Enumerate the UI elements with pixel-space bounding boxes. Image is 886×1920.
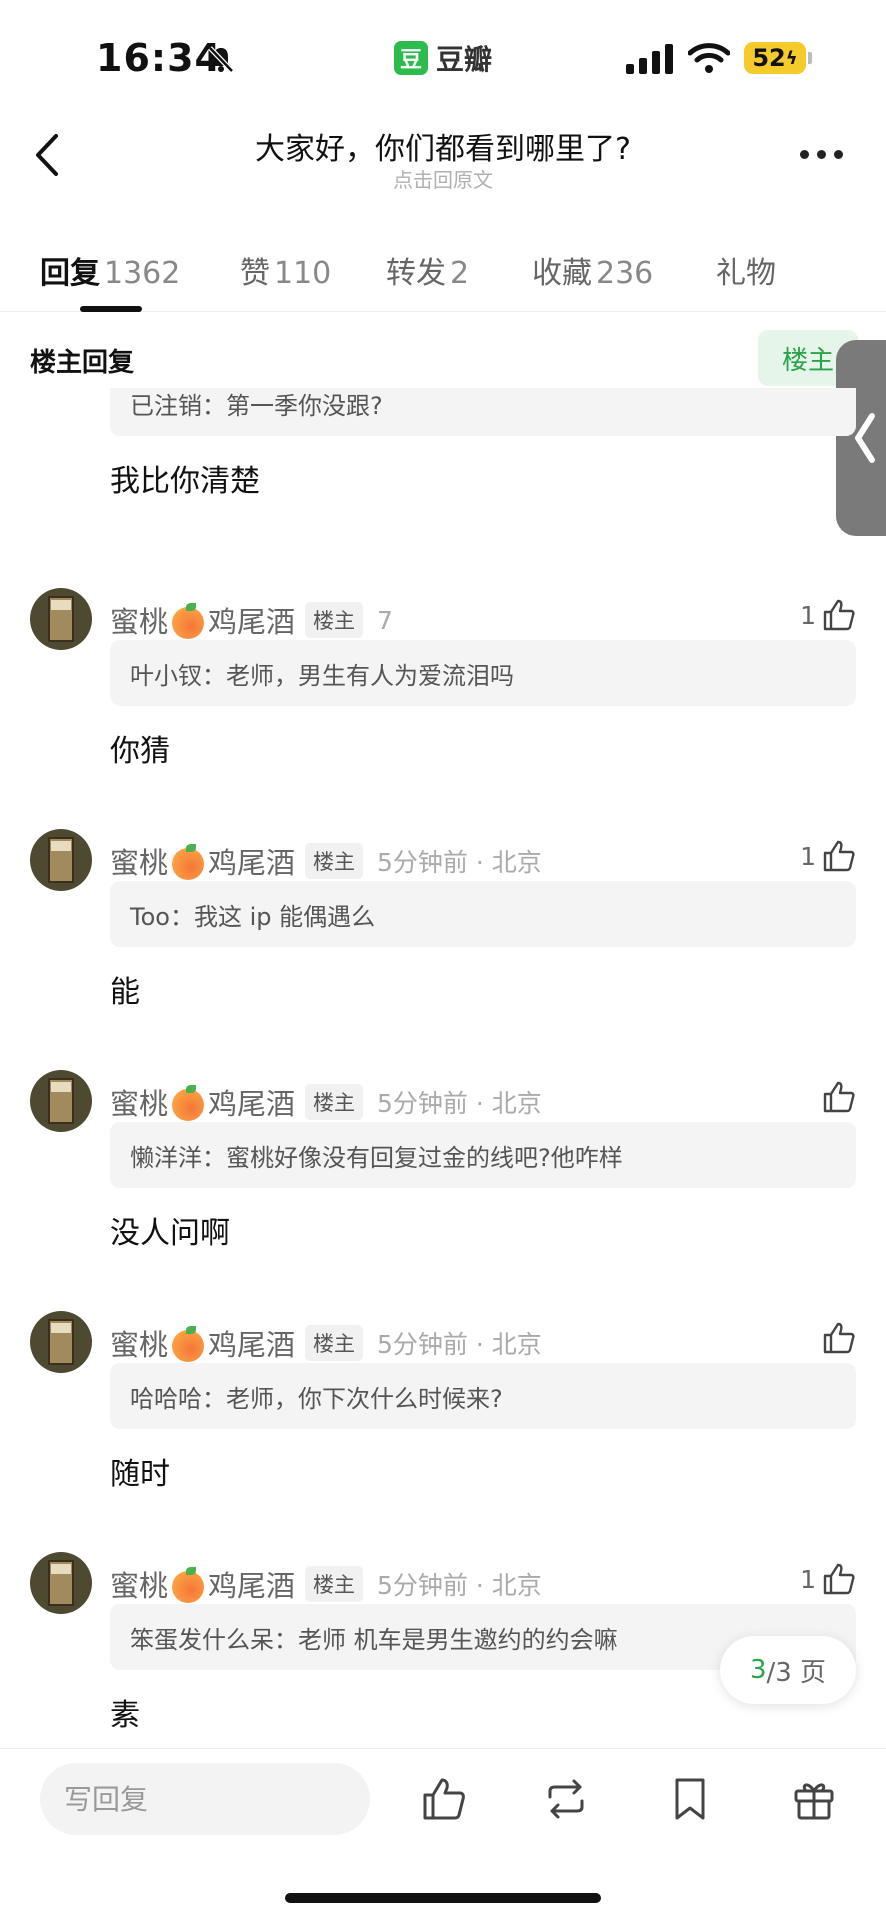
- thumbs-up-icon: [823, 840, 855, 872]
- reply-text: 能: [110, 975, 140, 1010]
- app-indicator: 豆 豆瓣: [394, 38, 492, 78]
- like-count: 1: [800, 841, 816, 871]
- author-name[interactable]: 蜜桃: [110, 1081, 168, 1123]
- reply-text: 你猜: [110, 734, 170, 769]
- peach-icon: [172, 1085, 205, 1121]
- op-badge: 楼主: [305, 1325, 364, 1361]
- thumbs-up-icon: [823, 1081, 855, 1113]
- avatar[interactable]: [30, 829, 92, 891]
- wifi-icon: [688, 43, 730, 73]
- reply-text: 我比你清楚: [110, 464, 260, 499]
- thumbs-up-icon: [823, 599, 855, 631]
- author-name[interactable]: 蜜桃: [110, 1563, 168, 1605]
- author-name-suffix[interactable]: 鸡尾酒: [208, 599, 295, 641]
- tab-gifts[interactable]: 礼物: [716, 248, 776, 292]
- page-current: 3: [749, 1655, 767, 1685]
- filter-row: 楼主回复 楼主: [0, 330, 886, 386]
- comment-meta: 蜜桃 鸡尾酒 楼主 5分钟前 · 北京: [110, 1323, 542, 1363]
- like-button[interactable]: 1: [800, 1562, 856, 1596]
- like-count: 1: [800, 600, 816, 630]
- reply-text: 没人问啊: [110, 1216, 230, 1251]
- op-badge: 楼主: [305, 1566, 364, 1602]
- avatar[interactable]: [30, 1311, 92, 1373]
- bookmark-icon[interactable]: [666, 1775, 714, 1823]
- author-name[interactable]: 蜜桃: [110, 840, 168, 882]
- avatar[interactable]: [30, 588, 92, 650]
- comment-item: 蜜桃 鸡尾酒 楼主 5分钟前 · 北京 哈哈哈：老师，你下次什么时候来? 随时: [0, 1311, 886, 1511]
- battery-cap: [808, 52, 812, 64]
- timestamp: 5分钟前 · 北京: [377, 848, 542, 877]
- like-button[interactable]: [816, 1321, 856, 1355]
- timestamp: 5分钟前 · 北京: [377, 1089, 542, 1118]
- quoted-reply[interactable]: 叶小钗：老师，男生有人为爱流泪吗: [110, 640, 856, 706]
- peach-icon: [172, 1567, 205, 1603]
- comment-thread: 已注销：第一季你没跟? 我比你清楚 蜜桃 鸡尾酒 楼主 7 1 叶小钗：老师，男…: [0, 388, 886, 1740]
- author-name-suffix[interactable]: 鸡尾酒: [208, 1322, 295, 1364]
- thumbs-up-icon: [823, 1322, 855, 1354]
- like-button[interactable]: 1: [800, 839, 856, 873]
- comment-item: 蜜桃 鸡尾酒 楼主 5分钟前 · 北京 懒洋洋：蜜桃好像没有回复过金的线吧?他咋…: [0, 1070, 886, 1270]
- home-indicator: [285, 1893, 601, 1903]
- battery-indicator: 52 ϟ: [744, 42, 806, 74]
- tab-likes[interactable]: 赞 110: [240, 248, 331, 292]
- gift-icon[interactable]: [790, 1775, 838, 1823]
- back-to-post-link[interactable]: 点击回原文: [0, 164, 886, 193]
- peach-icon: [172, 603, 205, 639]
- author-name-suffix[interactable]: 鸡尾酒: [208, 1563, 295, 1605]
- tab-bar: 回复 1362 赞 110 转发 2 收藏 236 礼物: [0, 242, 886, 312]
- post-title[interactable]: 大家好，你们都看到哪里了?: [0, 124, 886, 168]
- status-time: 16:34: [96, 36, 222, 80]
- comment-item: 已注销：第一季你没跟? 我比你清楚: [0, 388, 886, 508]
- signal-icon: [626, 44, 673, 74]
- page-indicator[interactable]: 3/3 页: [720, 1636, 856, 1704]
- bottom-bar: [0, 1748, 886, 1920]
- op-replies-label: 楼主回复: [30, 348, 135, 378]
- reply-input[interactable]: [40, 1763, 370, 1835]
- quoted-reply[interactable]: 哈哈哈：老师，你下次什么时候来?: [110, 1363, 856, 1429]
- active-tab-indicator: [80, 306, 142, 312]
- tab-reposts[interactable]: 转发 2: [386, 248, 469, 292]
- comment-meta: 蜜桃 鸡尾酒 楼主 5分钟前 · 北京: [110, 1564, 542, 1604]
- thumbs-up-icon: [823, 1563, 855, 1595]
- repost-icon[interactable]: [542, 1775, 590, 1823]
- like-count: 1: [800, 1564, 816, 1594]
- comment-meta: 蜜桃 鸡尾酒 楼主 7: [110, 600, 393, 640]
- peach-icon: [172, 1326, 205, 1362]
- douban-logo-icon: 豆: [394, 41, 428, 75]
- author-name-suffix[interactable]: 鸡尾酒: [208, 840, 295, 882]
- peach-icon: [172, 844, 205, 880]
- op-badge: 楼主: [305, 843, 364, 879]
- tab-replies[interactable]: 回复 1362: [40, 248, 180, 292]
- comment-meta: 蜜桃 鸡尾酒 楼主 5分钟前 · 北京: [110, 1082, 542, 1122]
- quoted-reply[interactable]: Too：我这 ip 能偶遇么: [110, 881, 856, 947]
- app-name: 豆瓣: [436, 43, 493, 76]
- avatar[interactable]: [30, 1552, 92, 1614]
- charging-icon: ϟ: [785, 47, 798, 69]
- reply-text: 随时: [110, 1457, 170, 1492]
- timestamp: 5分钟前 · 北京: [377, 1330, 542, 1359]
- page-total: /3 页: [766, 1657, 827, 1688]
- avatar[interactable]: [30, 1070, 92, 1132]
- op-badge: 楼主: [305, 602, 364, 638]
- timestamp: 7: [377, 605, 393, 635]
- timestamp: 5分钟前 · 北京: [377, 1571, 542, 1600]
- comment-meta: 蜜桃 鸡尾酒 楼主 5分钟前 · 北京: [110, 841, 542, 881]
- tab-collections[interactable]: 收藏 236: [532, 248, 653, 292]
- bell-mute-icon: [208, 46, 234, 73]
- quoted-reply[interactable]: 懒洋洋：蜜桃好像没有回复过金的线吧?他咋样: [110, 1122, 856, 1188]
- quoted-reply[interactable]: 已注销：第一季你没跟?: [110, 388, 856, 436]
- author-name[interactable]: 蜜桃: [110, 1322, 168, 1364]
- reply-text: 素: [110, 1698, 140, 1733]
- like-button[interactable]: 1: [800, 598, 856, 632]
- more-icon[interactable]: [800, 150, 843, 159]
- op-badge: 楼主: [305, 1084, 364, 1120]
- like-button[interactable]: [816, 1080, 856, 1114]
- author-name[interactable]: 蜜桃: [110, 599, 168, 641]
- thumbs-up-icon[interactable]: [420, 1775, 468, 1823]
- status-bar: 16:34 豆 豆瓣 52 ϟ: [0, 0, 886, 110]
- author-name-suffix[interactable]: 鸡尾酒: [208, 1081, 295, 1123]
- comment-item: 蜜桃 鸡尾酒 楼主 7 1 叶小钗：老师，男生有人为爱流泪吗 你猜: [0, 588, 886, 788]
- comment-item: 蜜桃 鸡尾酒 楼主 5分钟前 · 北京 1 Too：我这 ip 能偶遇么 能: [0, 829, 886, 1029]
